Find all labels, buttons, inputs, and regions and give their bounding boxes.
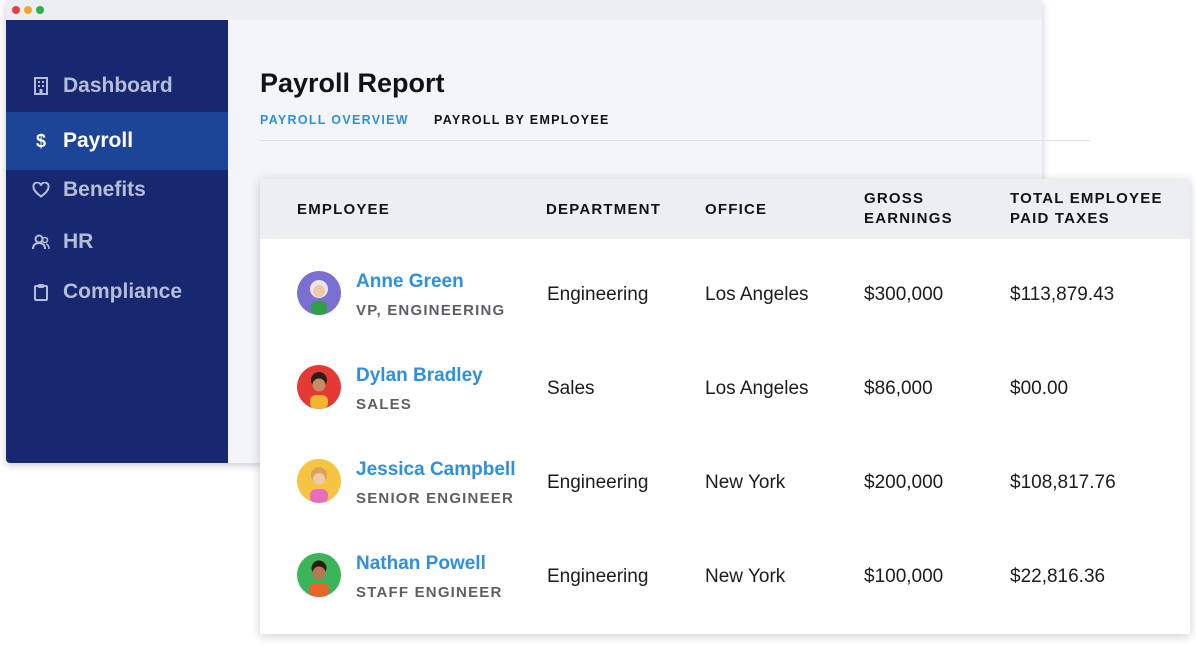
- header-department[interactable]: DEPARTMENT: [546, 200, 661, 220]
- office-cell: New York: [705, 566, 786, 587]
- heart-icon: [32, 181, 50, 199]
- tabs-divider: [260, 140, 1090, 141]
- table-row[interactable]: Jessica Campbell SENIOR ENGINEER Enginee…: [260, 435, 1190, 529]
- employee-name[interactable]: Dylan Bradley: [356, 365, 483, 387]
- sidebar-item-label: Benefits: [63, 178, 146, 201]
- office-cell: Los Angeles: [705, 378, 809, 399]
- taxes-cell: $00.00: [1010, 378, 1069, 399]
- header-gross-earnings[interactable]: GROSS EARNINGS: [864, 189, 953, 229]
- sidebar-item-compliance[interactable]: Compliance: [6, 263, 228, 321]
- table-header: EMPLOYEE DEPARTMENT OFFICE GROSS EARNING…: [260, 179, 1190, 239]
- taxes-cell: $108,817.76: [1010, 472, 1116, 493]
- sidebar-item-label: HR: [63, 230, 94, 253]
- employee-name[interactable]: Anne Green: [356, 271, 464, 293]
- building-icon: [32, 77, 50, 95]
- table-row[interactable]: Nathan Powell STAFF ENGINEER Engineering…: [260, 529, 1190, 623]
- sidebar-item-label: Dashboard: [63, 74, 173, 97]
- header-gross-line2: EARNINGS: [864, 210, 953, 227]
- sidebar-item-dashboard[interactable]: Dashboard: [6, 57, 228, 115]
- clipboard-icon: [32, 283, 50, 301]
- employee-name[interactable]: Jessica Campbell: [356, 459, 515, 481]
- taxes-cell: $113,879.43: [1010, 284, 1115, 305]
- office-cell: Los Angeles: [705, 284, 809, 305]
- tab-payroll-by-employee[interactable]: PAYROLL BY EMPLOYEE: [434, 113, 610, 127]
- employee-title: SALES: [356, 396, 413, 413]
- gross-earnings-cell: $200,000: [864, 472, 944, 493]
- avatar: [297, 271, 341, 315]
- gross-earnings-cell: $86,000: [864, 378, 933, 399]
- sidebar: Dashboard $ Payroll Benefits HR Complian…: [6, 20, 228, 463]
- gross-earnings-cell: $100,000: [864, 566, 944, 587]
- taxes-cell: $22,816.36: [1010, 566, 1106, 587]
- department-cell: Sales: [547, 378, 595, 399]
- office-cell: New York: [705, 472, 786, 493]
- header-gross-line1: GROSS: [864, 190, 925, 207]
- department-cell: Engineering: [547, 284, 649, 305]
- gross-earnings-cell: $300,000: [864, 284, 944, 305]
- employee-title: STAFF ENGINEER: [356, 584, 503, 601]
- avatar: [297, 365, 341, 409]
- table-row[interactable]: Dylan Bradley SALES Sales Los Angeles $8…: [260, 341, 1190, 435]
- employee-title: SENIOR ENGINEER: [356, 490, 515, 507]
- payroll-table: EMPLOYEE DEPARTMENT OFFICE GROSS EARNING…: [260, 179, 1190, 634]
- header-total-taxes[interactable]: TOTAL EMPLOYEE PAID TAXES: [1010, 189, 1163, 229]
- header-office[interactable]: OFFICE: [705, 200, 767, 220]
- employee-name[interactable]: Nathan Powell: [356, 553, 486, 575]
- dollar-icon: $: [35, 130, 46, 151]
- header-taxes-line2: PAID TAXES: [1010, 210, 1110, 227]
- window-maximize-button[interactable]: [36, 6, 44, 14]
- avatar: [297, 553, 341, 597]
- window-minimize-button[interactable]: [24, 6, 32, 14]
- table-row[interactable]: Anne Green VP, ENGINEERING Engineering L…: [260, 247, 1190, 341]
- sidebar-item-benefits[interactable]: Benefits: [6, 161, 228, 219]
- page-title: Payroll Report: [260, 68, 445, 98]
- employee-title: VP, ENGINEERING: [356, 302, 506, 319]
- department-cell: Engineering: [547, 566, 649, 587]
- sidebar-item-label: Payroll: [63, 129, 134, 152]
- tab-payroll-overview[interactable]: PAYROLL OVERVIEW: [260, 113, 409, 127]
- header-taxes-line1: TOTAL EMPLOYEE: [1010, 190, 1163, 207]
- window-titlebar: [6, 0, 1042, 20]
- avatar: [297, 459, 341, 503]
- people-icon: [32, 233, 50, 251]
- header-employee[interactable]: EMPLOYEE: [297, 200, 390, 220]
- window-close-button[interactable]: [12, 6, 20, 14]
- department-cell: Engineering: [547, 472, 649, 493]
- sidebar-item-label: Compliance: [63, 280, 183, 303]
